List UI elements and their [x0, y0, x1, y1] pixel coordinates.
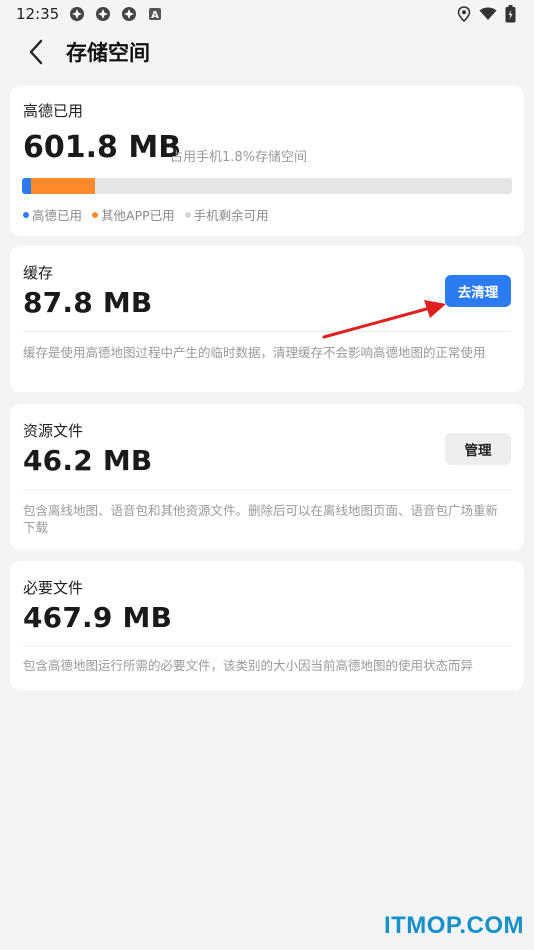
app-icon	[96, 7, 111, 21]
watermark: ITMOP.COM	[383, 912, 524, 939]
a-badge-letter: A	[151, 10, 159, 21]
usage-card: 高德已用 601.8 MB 占用手机1.8%存储空间 高德已用 其他APP已用 手机…	[10, 86, 524, 236]
legend-dot	[184, 211, 191, 218]
header: 存储空间	[0, 28, 534, 76]
legend-label: 高德已用	[32, 208, 83, 223]
legend-item: 手机剩余可用	[184, 205, 269, 224]
usage-legend: 高德已用 其他APP已用 手机剩余可用	[23, 205, 269, 224]
usage-bar	[22, 178, 512, 194]
app-icon	[122, 7, 137, 21]
status-bar: 12:35 A	[0, 0, 534, 28]
legend-label: 手机剩余可用	[193, 208, 269, 223]
required-card: 必要文件 467.9 MB 包含高德地图运行所需的必要文件，该类别的大小因当前高…	[10, 561, 524, 690]
usage-label: 高德已用	[23, 102, 84, 120]
a-badge-icon: A	[149, 8, 162, 21]
cache-label: 缓存	[23, 264, 54, 282]
cache-size: 87.8 MB	[23, 286, 153, 319]
battery-icon	[505, 5, 516, 23]
wifi-icon	[479, 7, 497, 20]
required-desc: 包含高德地图运行所需的必要文件，该类别的大小因当前高德地图的使用状态而异	[23, 658, 474, 673]
usage-segment	[30, 178, 95, 194]
page-title: 存储空间	[66, 41, 150, 65]
cache-card: 缓存 87.8 MB 去清理 缓存是使用高德地图过程中产生的临时数据，清理缓存不…	[10, 246, 524, 392]
location-icon	[457, 6, 471, 22]
chevron-left-icon	[29, 39, 43, 65]
legend-item: 高德已用	[23, 205, 82, 224]
resources-size: 46.2 MB	[23, 444, 153, 477]
manage-resources-button[interactable]: 管理	[445, 433, 511, 465]
usage-total: 601.8 MB	[23, 130, 182, 165]
divider	[23, 646, 511, 647]
status-left: 12:35 A	[16, 5, 163, 23]
legend-dot	[92, 211, 99, 218]
required-size: 467.9 MB	[23, 601, 173, 634]
resources-desc: 包含离线地图、语音包和其他资源文件。删除后可以在离线地图页面、语音包广场重新下载	[23, 503, 499, 535]
clean-cache-button[interactable]: 去清理	[445, 275, 511, 307]
resources-card: 资源文件 46.2 MB 管理 包含离线地图、语音包和其他资源文件。删除后可以在…	[10, 404, 524, 550]
divider	[23, 489, 511, 490]
usage-segment	[94, 178, 512, 194]
resources-label: 资源文件	[23, 422, 84, 440]
divider	[23, 331, 511, 332]
status-right	[457, 5, 516, 23]
required-label: 必要文件	[23, 579, 84, 597]
legend-dot	[23, 211, 29, 218]
cache-desc: 缓存是使用高德地图过程中产生的临时数据，清理缓存不会影响高德地图的正常使用	[23, 345, 486, 360]
legend-label: 其他APP已用	[101, 208, 175, 223]
back-button[interactable]	[12, 28, 60, 76]
app-icon	[70, 7, 85, 21]
legend-item: 其他APP已用	[92, 205, 175, 224]
usage-segment	[22, 178, 31, 194]
status-time: 12:35	[16, 5, 60, 23]
usage-note: 占用手机1.8%存储空间	[170, 150, 308, 165]
